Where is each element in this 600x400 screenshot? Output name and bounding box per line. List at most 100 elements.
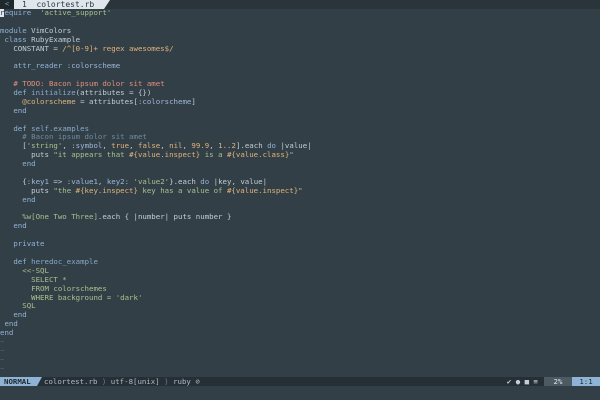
code-token: do [267,141,277,151]
code-line[interactable]: <<-SQL [0,266,600,276]
square-icon: ■ [524,377,530,386]
code-token: end [22,159,36,169]
code-token: , [129,141,138,151]
code-token: " [289,150,294,160]
code-line[interactable]: require 'active_support' [0,9,600,18]
code-line[interactable]: end [0,105,600,116]
code-line[interactable]: def heredoc_example [0,257,600,267]
code-line[interactable]: @colorscheme = attributes[:colorscheme] [0,96,600,107]
tabline-left-marker[interactable]: < [0,0,14,9]
code-line[interactable]: end [0,159,600,169]
code-token: end [22,194,36,204]
tab-colortest[interactable]: 1 colortest.rb [14,0,111,9]
tabline: < 1 colortest.rb [0,0,600,9]
code-token: private [13,239,45,249]
code-token: |key, value| [209,176,268,186]
code-line[interactable]: module VimColors [0,25,600,36]
code-line[interactable]: %w[One Two Three].each { |number| puts n… [0,213,600,222]
code-token: self.examples [31,123,90,133]
code-line[interactable]: private [0,239,600,249]
code-line[interactable]: puts "the #{key.inspect} key has a value… [0,185,600,196]
code-token: puts [0,150,54,160]
code-token: 1..2 [218,141,236,151]
editor-buffer[interactable]: require 'active_support' module VimColor… [0,9,600,375]
code-token: SQL [22,301,36,311]
code-token: #{value.class} [226,150,290,160]
separator-icon: ⟩ [159,377,174,386]
code-token: SELECT * [31,274,67,284]
gear-icon: ● [515,377,521,386]
code-token: |value| [276,141,312,151]
code-token: # TODO: Bacon ipsum dolor sit amet [13,79,165,89]
code-token: #{key.inspect} [75,185,138,195]
code-token: equire [4,9,32,17]
code-token: :value1 [66,176,98,186]
code-line[interactable] [0,18,600,27]
separator-icon: ⟩ [97,377,111,386]
code-token: #{value.inspect} [129,150,201,160]
code-line[interactable]: end [0,319,600,329]
code-token: WHERE background = 'dark' [31,292,143,302]
code-token: end [0,328,14,338]
code-line[interactable]: CONSTANT = /^[0-9]+ regex awesomes$/ [0,43,600,54]
status-position: 1:1 [572,377,600,386]
code-token: " [298,185,303,195]
status-icons: ✔ ● ■ ≡ [507,377,538,386]
code-token: puts [0,185,54,195]
code-token: RubyExample [31,34,81,44]
code-token: attr_reader [13,61,63,71]
code-token: false [138,141,161,151]
code-line[interactable]: attr_reader :colorscheme [0,61,600,71]
code-line[interactable]: end [0,328,600,338]
code-token: 99.9 [191,141,210,151]
code-token: 'active_support' [40,9,112,17]
code-token: def [13,88,27,98]
code-line[interactable]: end [0,310,600,320]
code-line[interactable]: SQL [0,301,600,311]
code-token: initialize [31,88,76,98]
code-token: ] [191,96,196,106]
code-token: key2: [106,176,130,186]
code-line[interactable]: puts "it appears that #{value.inspect} i… [0,150,600,160]
code-line[interactable]: WHERE background = 'dark' [0,292,600,303]
code-token: , [209,141,219,151]
code-token: end [13,105,27,115]
code-token: :colorscheme [66,61,121,71]
code-token: end [13,221,27,231]
code-line[interactable] [0,116,600,125]
code-token: 'value2' [133,176,170,186]
check-icon: ✔ [506,377,512,386]
code-token: do [200,176,210,186]
code-line[interactable] [0,231,600,240]
code-line[interactable]: end [0,194,600,205]
status-filetype: ruby [173,377,191,386]
code-token: "it appears that [53,150,130,160]
command-line[interactable] [0,386,600,400]
empty-line-marker: ~ [0,336,5,346]
code-token: :colorscheme [137,96,192,106]
status-percent: 2% [544,377,572,386]
code-token: nil [169,141,183,151]
code-token: :symbol [71,141,103,151]
code-line[interactable]: end [0,221,600,231]
status-encoding: utf-8[unix] [110,377,160,386]
code-token: module [0,25,27,35]
code-token: CONSTANT = [0,43,63,53]
empty-line-marker: ~ [0,354,5,364]
code-token: .each { |number| puts number } [97,212,232,222]
code-token: 'string' [26,141,63,151]
